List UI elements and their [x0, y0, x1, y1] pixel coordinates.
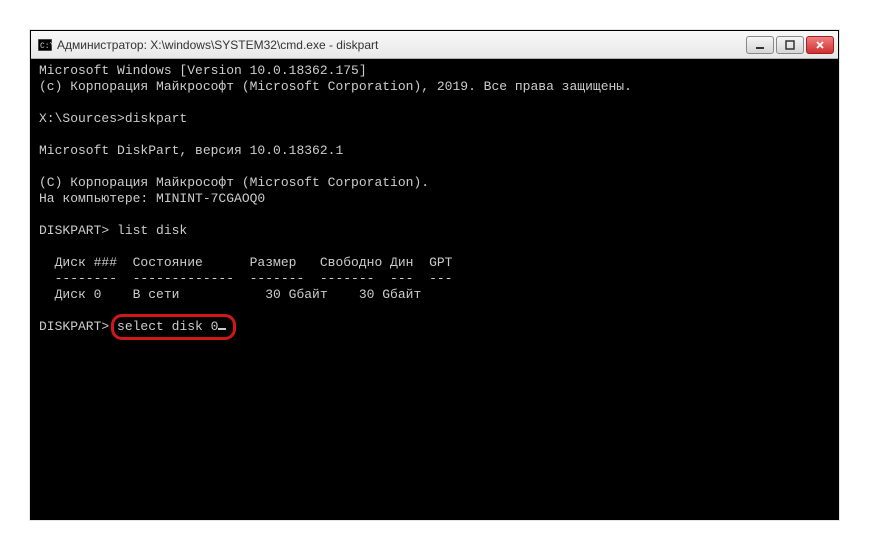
diskpart-prompt: DISKPART> — [39, 319, 109, 334]
window-controls — [746, 36, 834, 54]
terminal-output[interactable]: Microsoft Windows [Version 10.0.18362.17… — [31, 59, 838, 519]
command-text: list disk — [109, 223, 187, 238]
highlighted-command: select disk 0 — [117, 319, 226, 335]
command-text: select disk 0 — [117, 319, 218, 334]
output-line: (c) Корпорация Майкрософт (Microsoft Cor… — [39, 79, 632, 94]
output-line: Microsoft Windows [Version 10.0.18362.17… — [39, 63, 367, 78]
command-text: diskpart — [125, 111, 187, 126]
titlebar[interactable]: C:\ Администратор: X:\windows\SYSTEM32\c… — [31, 31, 838, 59]
output-line: (C) Корпорация Майкрософт (Microsoft Cor… — [39, 175, 429, 190]
table-row: Диск 0 В сети 30 Gбайт 30 Gбайт — [39, 287, 421, 302]
minimize-button[interactable] — [746, 36, 774, 54]
output-line: На компьютере: MININT-7CGAOQ0 — [39, 191, 265, 206]
svg-text:C:\: C:\ — [40, 42, 52, 51]
cmd-icon: C:\ — [37, 38, 53, 52]
diskpart-prompt: DISKPART> — [39, 223, 109, 238]
prompt-path: X:\Sources> — [39, 111, 125, 126]
cmd-window: C:\ Администратор: X:\windows\SYSTEM32\c… — [30, 30, 839, 520]
close-button[interactable] — [806, 36, 834, 54]
cursor — [218, 328, 226, 330]
maximize-button[interactable] — [776, 36, 804, 54]
output-line: Microsoft DiskPart, версия 10.0.18362.1 — [39, 143, 343, 158]
table-separator: -------- ------------- ------- ------- -… — [39, 271, 452, 286]
window-title: Администратор: X:\windows\SYSTEM32\cmd.e… — [57, 38, 746, 52]
table-header: Диск ### Состояние Размер Свободно Дин G… — [39, 255, 452, 270]
